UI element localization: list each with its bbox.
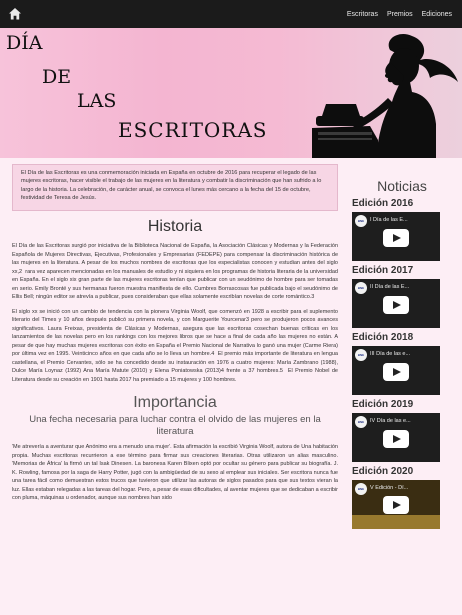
hero-word-las: LAS xyxy=(77,90,117,112)
historia-paragraph-1: El Día de las Escritoras surgió por inic… xyxy=(12,243,338,301)
nav-link-premios[interactable]: Premios xyxy=(387,11,413,18)
video-title: II Día de las E... xyxy=(370,284,410,290)
edition-label-2017: Edición 2017 xyxy=(352,265,414,276)
bne-logo-icon: BNE xyxy=(355,416,367,428)
video-title: IV Día de las e... xyxy=(370,418,411,424)
historia-heading: Historia xyxy=(147,218,203,235)
video-title: III Día de las e... xyxy=(370,351,411,357)
play-button-icon[interactable] xyxy=(383,229,409,247)
edition-label-2016: Edición 2016 xyxy=(352,198,414,209)
video-thumbnail-2018[interactable]: BNE III Día de las e... xyxy=(352,346,440,395)
historia-paragraph-2: El siglo xx se inició con un cambio de t… xyxy=(12,308,338,383)
bne-logo-icon: BNE xyxy=(355,282,367,294)
video-thumbnail-2016[interactable]: BNE I Día de las E... xyxy=(352,212,440,261)
hero-banner: DÍA DE LAS ESCRITORAS xyxy=(0,28,462,158)
video-title: I Día de las E... xyxy=(370,217,408,223)
bne-logo-icon: BNE xyxy=(355,215,367,227)
nav-link-escritoras[interactable]: Escritoras xyxy=(347,11,378,18)
news-sidebar: Noticias Edición 2016 BNE I Día de las E… xyxy=(352,178,452,529)
importancia-subtitle: Una fecha necesaria para luchar contra e… xyxy=(29,414,321,437)
bne-logo-icon: BNE xyxy=(355,483,367,495)
edition-label-2020: Edición 2020 xyxy=(352,466,414,477)
thumbnail-decoration xyxy=(352,515,440,529)
hero-word-dia: DÍA xyxy=(6,32,43,54)
importancia-paragraph-1: 'Me atrevería a aventurar que Anónimo er… xyxy=(12,444,338,502)
hero-word-escritoras: ESCRITORAS xyxy=(118,118,268,142)
woman-typewriter-silhouette xyxy=(312,33,458,158)
nav-link-ediciones[interactable]: Ediciones xyxy=(422,11,452,18)
bne-logo-icon: BNE xyxy=(355,349,367,361)
importancia-heading: Importancia xyxy=(133,394,217,412)
top-navbar: Escritoras Premios Ediciones xyxy=(0,0,462,28)
play-button-icon[interactable] xyxy=(383,363,409,381)
news-heading: Noticias xyxy=(377,178,427,194)
home-icon[interactable] xyxy=(8,7,22,21)
edition-label-2019: Edición 2019 xyxy=(352,399,414,410)
video-thumbnail-2019[interactable]: BNE IV Día de las e... xyxy=(352,413,440,462)
edition-label-2018: Edición 2018 xyxy=(352,332,414,343)
video-title: V Edición - Dí... xyxy=(370,485,409,491)
nav-links: Escritoras Premios Ediciones xyxy=(347,0,452,28)
intro-box: El Día de las Escritoras es una conmemor… xyxy=(12,164,338,211)
video-thumbnail-2020[interactable]: BNE V Edición - Dí... xyxy=(352,480,440,529)
play-button-icon[interactable] xyxy=(383,430,409,448)
hero-word-de: DE xyxy=(42,66,72,88)
play-button-icon[interactable] xyxy=(383,496,409,514)
main-content: Historia El Día de las Escritoras surgió… xyxy=(12,218,338,503)
video-thumbnail-2017[interactable]: BNE II Día de las E... xyxy=(352,279,440,328)
play-button-icon[interactable] xyxy=(383,296,409,314)
